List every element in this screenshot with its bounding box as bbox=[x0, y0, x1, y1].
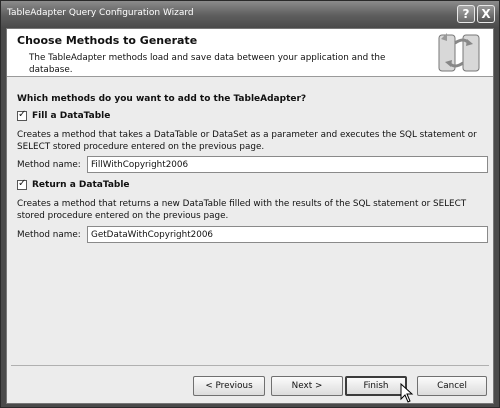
return-method-label: Method name: bbox=[17, 229, 81, 240]
next-button[interactable]: Next > bbox=[271, 376, 343, 396]
fill-datatable-option[interactable]: ✓ Fill a DataTable bbox=[17, 109, 110, 121]
help-button[interactable]: ? bbox=[457, 5, 475, 23]
fill-method-row: Method name: bbox=[17, 156, 488, 173]
wizard-window: TableAdapter Query Configuration Wizard … bbox=[0, 0, 500, 408]
fill-datatable-label[interactable]: Fill a DataTable bbox=[32, 111, 110, 121]
mouse-pointer-icon bbox=[400, 383, 414, 403]
database-sync-icon bbox=[438, 33, 480, 72]
checkmark-icon: ✓ bbox=[18, 109, 27, 120]
return-datatable-checkbox[interactable]: ✓ bbox=[17, 178, 27, 190]
return-method-row: Method name: bbox=[17, 226, 488, 243]
button-divider bbox=[11, 365, 489, 366]
wizard-body: Choose Methods to Generate The TableAdap… bbox=[6, 28, 494, 404]
wizard-header: Choose Methods to Generate The TableAdap… bbox=[7, 29, 493, 77]
return-datatable-description: Creates a method that returns a new Data… bbox=[17, 199, 467, 221]
title-bar: TableAdapter Query Configuration Wizard … bbox=[1, 1, 499, 27]
cancel-button[interactable]: Cancel bbox=[417, 376, 487, 396]
fill-method-name-input[interactable] bbox=[87, 156, 488, 173]
page-description: The TableAdapter methods load and save d… bbox=[29, 53, 386, 75]
return-datatable-label[interactable]: Return a DataTable bbox=[32, 180, 130, 190]
fill-method-label: Method name: bbox=[17, 159, 81, 170]
fill-datatable-description: Creates a method that takes a DataTable … bbox=[17, 130, 477, 152]
checkmark-icon: ✓ bbox=[18, 178, 27, 189]
fill-datatable-checkbox[interactable]: ✓ bbox=[17, 109, 27, 121]
previous-button[interactable]: < Previous bbox=[193, 376, 265, 396]
return-datatable-option[interactable]: ✓ Return a DataTable bbox=[17, 178, 130, 190]
return-method-name-input[interactable] bbox=[87, 226, 488, 243]
methods-question: Which methods do you want to add to the … bbox=[17, 94, 307, 104]
window-title: TableAdapter Query Configuration Wizard bbox=[7, 8, 194, 18]
close-button[interactable]: X bbox=[477, 5, 495, 23]
finish-button[interactable]: Finish bbox=[345, 376, 407, 396]
page-title: Choose Methods to Generate bbox=[17, 34, 198, 47]
